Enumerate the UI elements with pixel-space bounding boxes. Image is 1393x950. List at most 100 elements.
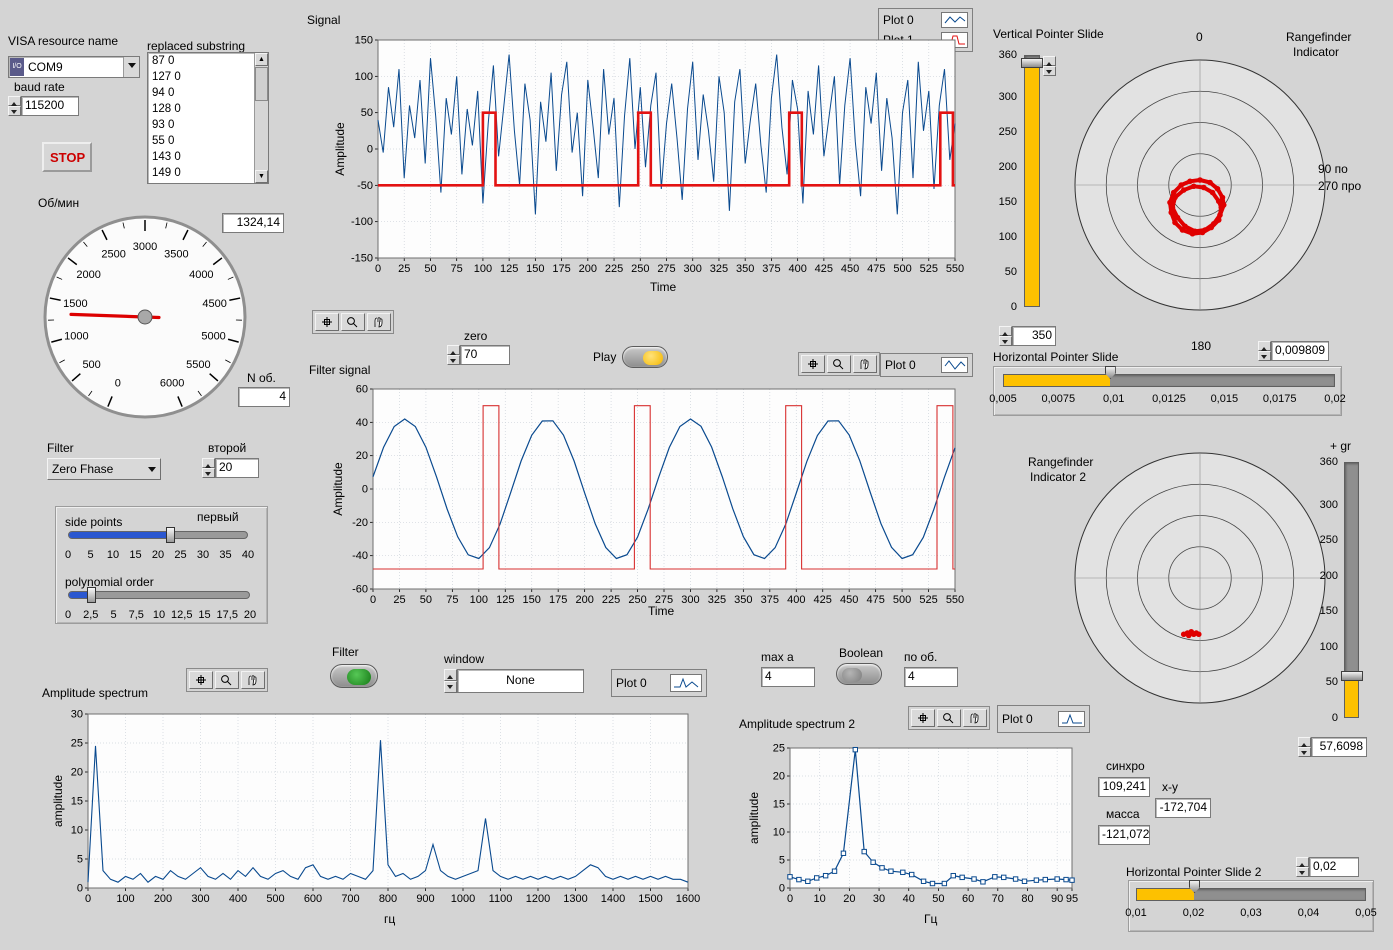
legend-plot0-label[interactable]: Plot 0	[1002, 712, 1033, 726]
window-value[interactable]: None	[457, 669, 584, 693]
cursor-tool-button[interactable]	[189, 671, 213, 689]
list-item[interactable]: 94 0	[148, 85, 268, 101]
vertical-pointer-slide[interactable]	[1024, 55, 1040, 307]
pan-tool-button[interactable]	[241, 671, 265, 689]
zero-label: zero	[464, 329, 487, 343]
xy-display[interactable]: -172,704	[1155, 798, 1211, 818]
play-lamp-icon	[643, 351, 663, 365]
plot-marker	[853, 747, 857, 751]
axis-tick-label: 0	[779, 883, 785, 895]
baud-rate-value[interactable]: 115200	[21, 96, 79, 116]
axis-tick-label: 40	[903, 893, 915, 905]
horizontal-pointer-slide[interactable]	[1003, 374, 1335, 387]
rangefinder-indicator-2	[1065, 443, 1335, 713]
gr-display[interactable]: 57,6098	[1311, 737, 1367, 757]
zoom-tool-button[interactable]	[937, 709, 961, 727]
massa-display[interactable]: -121,072	[1098, 825, 1150, 845]
filter-signal-chart[interactable]: 0255075100125150175200225250275300325350…	[310, 376, 976, 626]
plot-marker	[1055, 877, 1059, 881]
axis-tick-label: 60	[356, 384, 368, 396]
axis-tick-label: -150	[351, 253, 373, 265]
sinhro-display[interactable]: 109,241	[1098, 777, 1150, 797]
cursor-tool-button[interactable]	[801, 355, 825, 373]
n-ob-display[interactable]: 4	[238, 387, 290, 407]
list-item[interactable]: 143 0	[148, 149, 268, 165]
filter-select-dropdown[interactable]: Zero Fhase	[47, 458, 161, 480]
spectrum-chart[interactable]: 0100200300400500600700800900100011001200…	[42, 700, 700, 946]
side-points-slider[interactable]	[68, 531, 248, 539]
slider-tick-label: 30	[197, 549, 209, 561]
vtoroy-control: 20	[202, 458, 259, 478]
slider-tick-label: 2,5	[83, 609, 98, 621]
cursor-tool-button[interactable]	[911, 709, 935, 727]
vps-display[interactable]: 350	[1012, 326, 1056, 346]
axis-tick-label: 20	[773, 771, 785, 783]
visa-resource-combo[interactable]: I/O COM9	[8, 56, 140, 78]
list-item[interactable]: 127 0	[148, 69, 268, 85]
vtoroy-value[interactable]: 20	[215, 458, 259, 478]
scroll-down-icon[interactable]: ▼	[255, 170, 268, 183]
rpm-digital-display[interactable]: 1324,14	[222, 213, 284, 233]
replaced-substring-listbox[interactable]: 87 0127 094 0128 093 055 0143 0149 0 ▲ ▼	[147, 52, 269, 184]
listbox-scrollbar[interactable]: ▲ ▼	[254, 53, 268, 183]
rpm-gauge[interactable]: 0500100015002000250030003500400045005000…	[40, 212, 250, 422]
list-item[interactable]: 149 0	[148, 165, 268, 181]
list-item[interactable]: 93 0	[148, 117, 268, 133]
list-item[interactable]: 55 0	[148, 133, 268, 149]
signal-chart[interactable]: 0255075100125150175200225250275300325350…	[310, 26, 976, 304]
polar-data-point	[1215, 186, 1221, 192]
horizontal-pointer-slide-2[interactable]	[1136, 888, 1366, 901]
visa-dropdown-button[interactable]	[123, 57, 139, 77]
vtoroy-spinner[interactable]	[202, 458, 215, 478]
legend-plot0-label[interactable]: Plot 0	[885, 358, 916, 372]
plot-marker	[832, 869, 836, 873]
scroll-up-icon[interactable]: ▲	[255, 53, 268, 66]
legend-plot0-label[interactable]: Plot 0	[883, 13, 914, 27]
pan-tool-button[interactable]	[963, 709, 987, 727]
hps2-display-control: 0,02	[1296, 857, 1359, 877]
slider-thumb[interactable]	[1341, 671, 1363, 681]
spectrum-plot-legend[interactable]: Plot 0	[611, 669, 707, 697]
hps2-display-spinner[interactable]	[1296, 857, 1309, 877]
polynomial-order-slider[interactable]	[68, 591, 250, 599]
hps-display-spinner[interactable]	[1258, 341, 1271, 361]
axis-tick-label: 900	[416, 893, 434, 905]
vps-display-spinner[interactable]	[999, 326, 1012, 346]
filter-plot-legend[interactable]: Plot 0	[880, 353, 973, 377]
zero-spinner[interactable]	[447, 345, 460, 365]
zoom-tool-button[interactable]	[215, 671, 239, 689]
slider-thumb[interactable]	[1021, 58, 1043, 68]
vps-spinner[interactable]	[1043, 56, 1056, 76]
axis-tick-label: 30	[71, 709, 83, 721]
axis-tick-label: 350	[736, 263, 754, 275]
hps-display[interactable]: 0,009809	[1271, 341, 1329, 361]
plot-marker	[1002, 875, 1006, 879]
slider-thumb[interactable]	[166, 527, 175, 543]
plot-marker	[788, 875, 792, 879]
window-spinner[interactable]	[444, 669, 457, 693]
boolean-toggle[interactable]	[836, 663, 882, 685]
scrollbar-thumb[interactable]	[255, 67, 268, 101]
pan-tool-button[interactable]	[853, 355, 877, 373]
hps2-display[interactable]: 0,02	[1309, 857, 1359, 877]
po-ob-value[interactable]: 4	[904, 667, 958, 687]
gr-slider[interactable]	[1344, 462, 1359, 718]
filter-toggle[interactable]	[330, 664, 378, 688]
gr-display-spinner[interactable]	[1298, 737, 1311, 757]
visa-resource-label: VISA resource name	[8, 34, 118, 48]
pan-tool-button[interactable]	[367, 313, 391, 331]
zero-value[interactable]: 70	[460, 345, 510, 365]
spectrum2-chart[interactable]: 0102030405060708090950510152025	[738, 734, 1091, 944]
axis-tick-label: 400	[229, 893, 247, 905]
play-toggle[interactable]	[622, 346, 668, 368]
baud-spinner[interactable]	[8, 96, 21, 116]
stop-button[interactable]: STOP	[42, 142, 92, 172]
cursor-tool-button[interactable]	[315, 313, 339, 331]
zoom-tool-button[interactable]	[827, 355, 851, 373]
zoom-tool-button[interactable]	[341, 313, 365, 331]
max-a-value[interactable]: 4	[761, 667, 815, 687]
slider-thumb[interactable]	[87, 587, 96, 603]
list-item[interactable]: 87 0	[148, 53, 268, 69]
list-item[interactable]: 128 0	[148, 101, 268, 117]
legend-plot0-label[interactable]: Plot 0	[616, 676, 647, 690]
